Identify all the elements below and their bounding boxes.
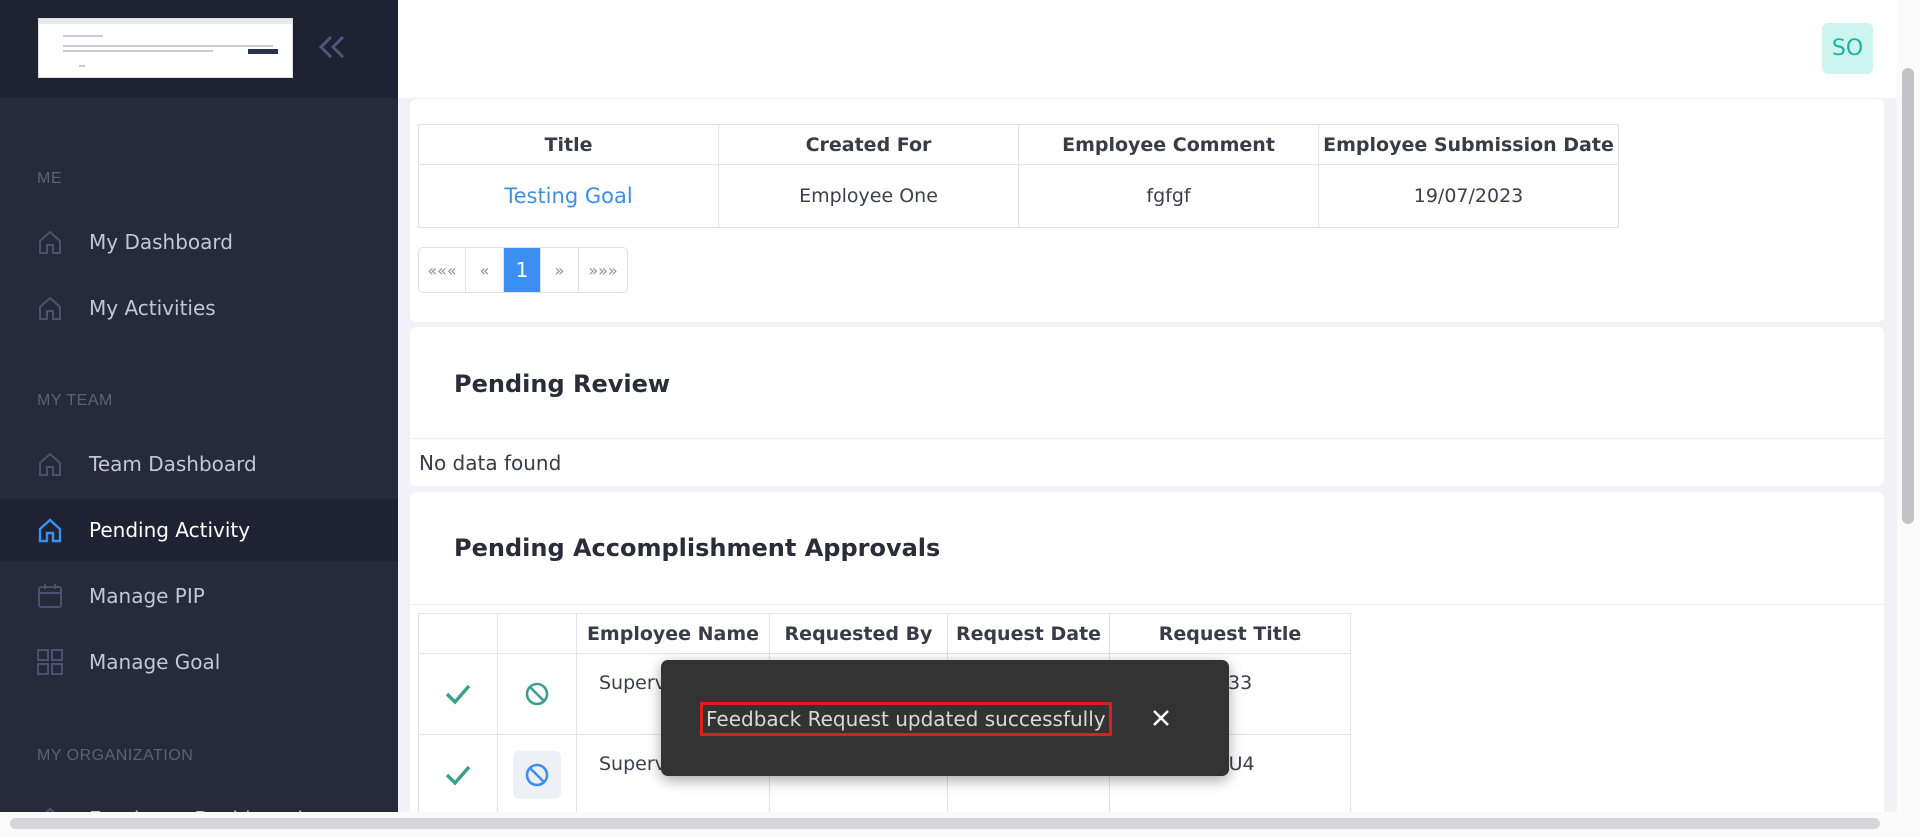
column-header-employee-name: Employee Name — [576, 613, 770, 654]
grid-icon — [37, 649, 63, 675]
collapse-sidebar-button[interactable] — [318, 32, 348, 62]
sidebar: ME My Dashboard My Activities MY TEAM Te… — [0, 0, 398, 831]
reject-button[interactable] — [513, 750, 561, 799]
ban-icon — [525, 763, 549, 786]
first-page-button[interactable]: ««« — [419, 248, 466, 292]
goal-title-link[interactable]: Testing Goal — [418, 164, 719, 228]
scrollbar-thumb[interactable] — [1902, 68, 1914, 524]
pending-review-card: Pending Review No data found — [410, 327, 1884, 486]
column-header-employee-comment: Employee Comment — [1018, 124, 1319, 165]
table-header-row: Employee Name Requested By Request Date … — [418, 613, 1351, 654]
sidebar-item-manage-goal[interactable]: Manage Goal — [0, 631, 398, 693]
column-header-title: Title — [418, 124, 719, 165]
column-header-submission-date: Employee Submission Date — [1318, 124, 1619, 165]
submission-date-cell: 19/07/2023 — [1318, 164, 1619, 228]
created-for-cell: Employee One — [718, 164, 1019, 228]
sidebar-item-label: Manage PIP — [89, 584, 205, 608]
home-icon — [37, 451, 63, 477]
goals-table: Title Created For Employee Comment Emplo… — [418, 124, 1619, 228]
divider — [410, 604, 1884, 605]
approve-button[interactable] — [434, 751, 482, 799]
sidebar-item-team-dashboard[interactable]: Team Dashboard — [0, 433, 398, 495]
column-header-reject — [497, 613, 577, 654]
last-page-button[interactable]: »»» — [579, 248, 627, 292]
reject-button[interactable] — [513, 670, 561, 718]
approve-cell — [418, 653, 498, 735]
goals-card: Title Created For Employee Comment Emplo… — [410, 98, 1884, 322]
check-icon — [445, 765, 471, 786]
page-number-button[interactable]: 1 — [504, 248, 541, 292]
home-icon — [37, 229, 63, 255]
reject-cell — [497, 734, 577, 815]
approve-cell — [418, 734, 498, 815]
previous-page-button[interactable]: « — [466, 248, 504, 292]
sidebar-item-my-activities[interactable]: My Activities — [0, 277, 398, 339]
sidebar-item-label: My Activities — [89, 296, 216, 320]
toast-notification: Feedback Request updated successfully — [661, 660, 1229, 776]
vertical-scrollbar[interactable] — [1897, 0, 1920, 812]
empty-state-text: No data found — [419, 451, 562, 475]
column-header-request-title: Request Title — [1109, 613, 1351, 654]
column-header-approve — [418, 613, 498, 654]
next-page-button[interactable]: » — [541, 248, 579, 292]
sidebar-item-label: Team Dashboard — [89, 452, 257, 476]
double-chevron-left-icon — [318, 35, 345, 59]
sidebar-item-my-dashboard[interactable]: My Dashboard — [0, 211, 398, 273]
pending-review-title: Pending Review — [454, 370, 671, 398]
employee-comment-cell: fgfgf — [1018, 164, 1319, 228]
calendar-icon — [37, 583, 63, 609]
table-header-row: Title Created For Employee Comment Emplo… — [418, 124, 1619, 165]
sidebar-item-manage-pip[interactable]: Manage PIP — [0, 565, 398, 627]
sidebar-item-label: Manage Goal — [89, 650, 221, 674]
column-header-request-date: Request Date — [947, 613, 1110, 654]
horizontal-scrollbar[interactable] — [0, 812, 1920, 837]
divider — [410, 438, 1884, 439]
home-icon — [37, 517, 63, 543]
table-row: Testing Goal Employee One fgfgf 19/07/20… — [418, 164, 1619, 228]
check-icon — [445, 684, 471, 705]
pagination: ««« « 1 » »»» — [418, 247, 628, 293]
approve-button[interactable] — [434, 670, 482, 718]
accomplishment-approvals-title: Pending Accomplishment Approvals — [454, 534, 941, 562]
ban-icon — [525, 682, 549, 706]
sidebar-item-label: Pending Activity — [89, 518, 251, 542]
sidebar-item-label: My Dashboard — [89, 230, 233, 254]
section-label-my-team: MY TEAM — [37, 392, 113, 409]
sidebar-item-pending-activity[interactable]: Pending Activity — [0, 499, 398, 561]
top-bar — [398, 0, 1920, 98]
column-header-created-for: Created For — [718, 124, 1019, 165]
home-icon — [37, 295, 63, 321]
sidebar-header — [0, 0, 398, 98]
section-label-my-organization: MY ORGANIZATION — [37, 747, 194, 764]
reject-cell — [497, 653, 577, 735]
close-icon — [1153, 710, 1169, 726]
user-avatar[interactable]: SO — [1822, 23, 1873, 74]
column-header-requested-by: Requested By — [769, 613, 948, 654]
toast-message: Feedback Request updated successfully — [700, 702, 1112, 736]
app-logo — [38, 18, 293, 78]
section-label-me: ME — [37, 170, 62, 187]
toast-close-button[interactable] — [1147, 704, 1175, 732]
scrollbar-thumb[interactable] — [10, 818, 1880, 829]
